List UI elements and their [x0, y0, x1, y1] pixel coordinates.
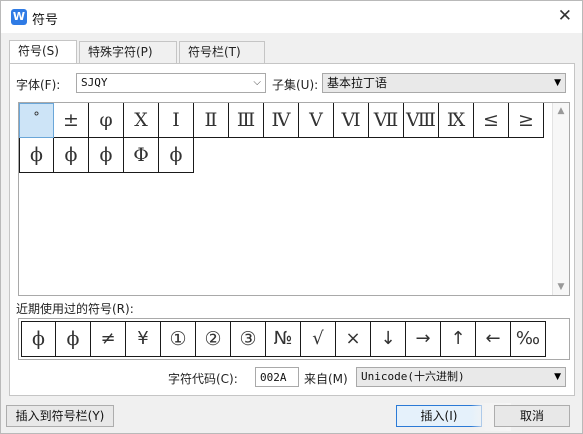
- recent-symbol-cell[interactable]: ≠: [91, 321, 126, 357]
- symbol-cell[interactable]: Φ: [124, 138, 159, 173]
- recent-symbol-cell[interactable]: √: [301, 321, 336, 357]
- symbol-cell[interactable]: ≤: [474, 103, 509, 138]
- recent-symbol-cell[interactable]: ↓: [371, 321, 406, 357]
- from-label: 来自(M): [304, 372, 348, 386]
- symbol-cell[interactable]: ϕ: [54, 138, 89, 173]
- from-select[interactable]: Unicode(十六进制) ▼: [356, 367, 566, 387]
- symbols-panel: 字体(F): SJQY ⌵ 子集(U): 基本拉丁语 ▼ ° ± φ Ⅹ Ⅰ Ⅱ Ⅲ Ⅳ Ⅴ Ⅵ Ⅶ…: [9, 63, 575, 396]
- cancel-button[interactable]: 取消: [494, 405, 570, 427]
- recent-symbol-cell[interactable]: ‰: [511, 321, 546, 357]
- symbol-dialog: W 符号 ✕ 符号(S) 特殊字符(P) 符号栏(T) 字体(F): SJQY …: [0, 0, 583, 434]
- symbol-cell[interactable]: Ⅹ: [124, 103, 159, 138]
- font-select[interactable]: SJQY ⌵: [76, 73, 266, 93]
- symbol-cell[interactable]: ≥: [509, 103, 544, 138]
- subset-select[interactable]: 基本拉丁语 ▼: [322, 73, 566, 93]
- symbol-cell[interactable]: Ⅸ: [439, 103, 474, 138]
- font-value: SJQY: [81, 76, 108, 89]
- recent-symbols: ϕ ϕ ≠ ¥ ① ② ③ № √ × ↓ → ↑ ← ‰: [18, 318, 570, 360]
- tab-special-characters[interactable]: 特殊字符(P): [79, 41, 177, 63]
- from-value: Unicode(十六进制): [361, 370, 465, 383]
- recent-symbol-cell[interactable]: ↑: [441, 321, 476, 357]
- symbol-cell[interactable]: Ⅵ: [334, 103, 369, 138]
- symbol-cell[interactable]: ϕ: [89, 138, 124, 173]
- recent-symbol-cell[interactable]: ③: [231, 321, 266, 357]
- symbol-cell[interactable]: Ⅰ: [159, 103, 194, 138]
- title-bar: W 符号 ✕: [1, 1, 582, 33]
- recent-symbol-cell[interactable]: ①: [161, 321, 196, 357]
- recent-symbol-cell[interactable]: ϕ: [56, 321, 91, 357]
- symbol-scrollbar[interactable]: ▲ ▼: [552, 103, 569, 295]
- symbol-cell[interactable]: Ⅶ: [369, 103, 404, 138]
- char-code-input[interactable]: [255, 367, 299, 387]
- tab-symbol-bar[interactable]: 符号栏(T): [179, 41, 265, 63]
- symbol-cell[interactable]: Ⅴ: [299, 103, 334, 138]
- recent-symbol-cell[interactable]: →: [406, 321, 441, 357]
- symbol-grid: ° ± φ Ⅹ Ⅰ Ⅱ Ⅲ Ⅳ Ⅴ Ⅵ Ⅶ Ⅷ Ⅸ ≤ ≥ ϕ ϕ ϕ Φϕ ▲ ▼: [18, 102, 570, 296]
- symbol-cell[interactable]: ±: [54, 103, 89, 138]
- dropdown-arrow-icon: ▼: [554, 372, 561, 382]
- wps-app-icon: W: [11, 9, 27, 25]
- recent-symbol-cell[interactable]: №: [266, 321, 301, 357]
- font-label: 字体(F):: [16, 78, 61, 92]
- symbol-cell[interactable]: φ: [89, 103, 124, 138]
- tab-symbols[interactable]: 符号(S): [9, 40, 77, 63]
- recent-symbol-cell[interactable]: ←: [476, 321, 511, 357]
- subset-value: 基本拉丁语: [327, 76, 388, 90]
- recent-symbol-cell[interactable]: ¥: [126, 321, 161, 357]
- symbol-cell[interactable]: Ⅲ: [229, 103, 264, 138]
- subset-label: 子集(U):: [272, 78, 319, 92]
- symbol-cell[interactable]: °: [19, 103, 54, 138]
- dropdown-arrow-icon: ▼: [554, 78, 561, 88]
- symbol-cell[interactable]: ϕ: [19, 138, 54, 173]
- symbol-cell[interactable]: ϕ: [159, 138, 194, 173]
- recent-symbol-cell[interactable]: ϕ: [21, 321, 56, 357]
- insert-to-symbol-bar-button[interactable]: 插入到符号栏(Y): [6, 405, 114, 427]
- scroll-down-icon[interactable]: ▼: [553, 279, 569, 295]
- recent-symbol-cell[interactable]: ②: [196, 321, 231, 357]
- recent-symbol-cell[interactable]: ×: [336, 321, 371, 357]
- scroll-up-icon[interactable]: ▲: [553, 103, 569, 119]
- symbol-cell[interactable]: Ⅱ: [194, 103, 229, 138]
- close-icon[interactable]: ✕: [558, 6, 572, 26]
- char-code-label: 字符代码(C):: [168, 372, 238, 386]
- symbol-cell[interactable]: Ⅷ: [404, 103, 439, 138]
- symbol-cell[interactable]: Ⅳ: [264, 103, 299, 138]
- insert-button[interactable]: 插入(I): [396, 405, 482, 427]
- dialog-title: 符号: [32, 13, 59, 28]
- chevron-down-icon: ⌵: [253, 77, 261, 88]
- recent-label: 近期使用过的符号(R):: [16, 302, 134, 316]
